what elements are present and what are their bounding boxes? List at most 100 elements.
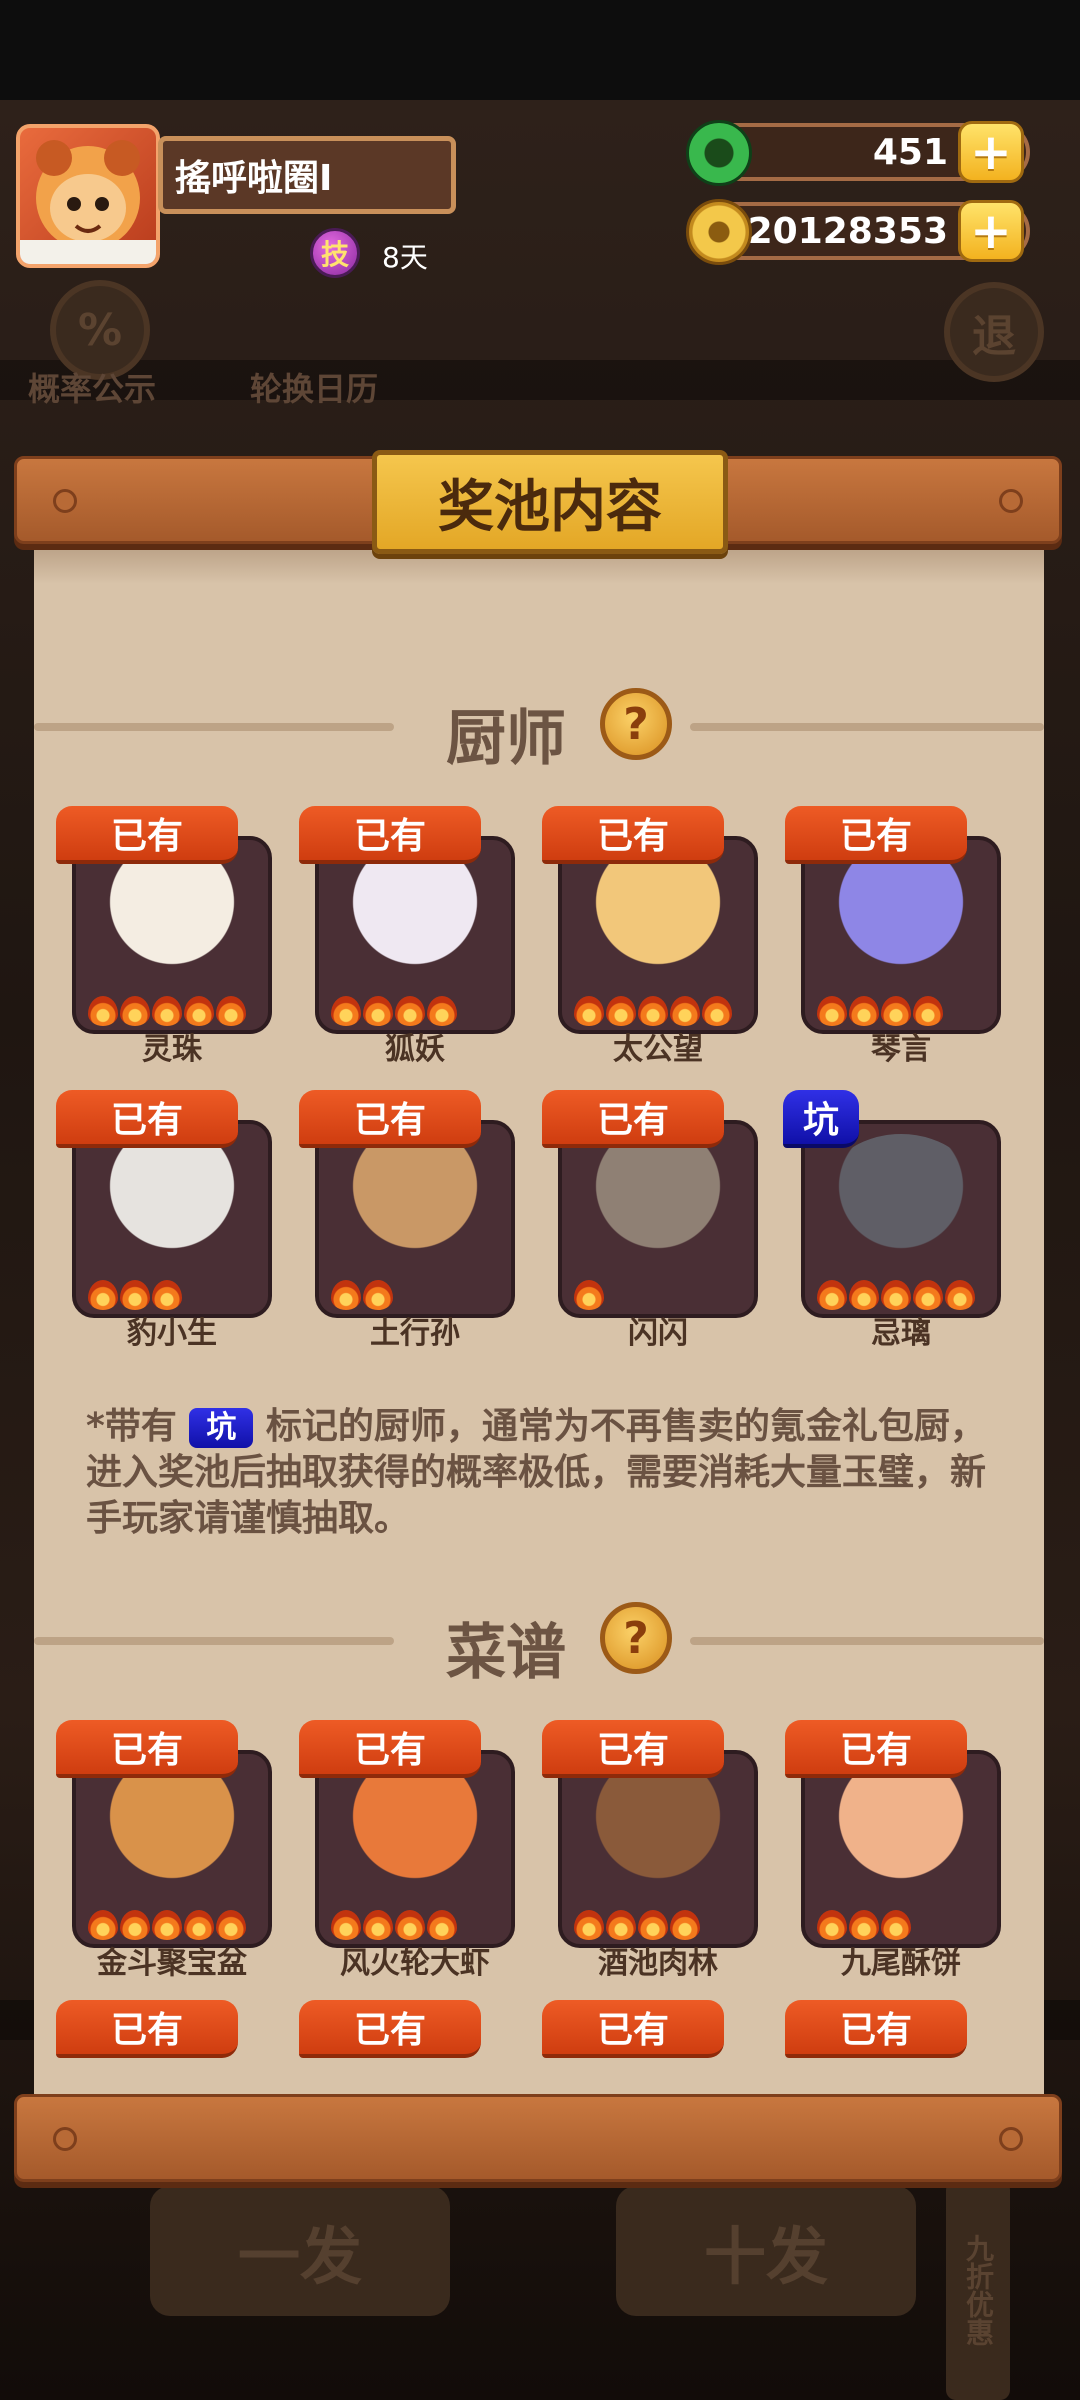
- pool-card[interactable]: 已有琴言: [785, 806, 1001, 1067]
- pool-card[interactable]: 已有 灵珠: [56, 806, 272, 1067]
- flame-icon: [849, 1280, 879, 1310]
- flame-icon: [427, 996, 457, 1026]
- flame-icon: [152, 1280, 182, 1310]
- card-portrait-image: [821, 1764, 981, 1894]
- pool-card[interactable]: 已有 土行孙: [299, 1090, 515, 1351]
- add-jade-button[interactable]: +: [958, 121, 1024, 183]
- pool-card[interactable]: 已有 闪闪: [542, 1090, 758, 1351]
- flame-icon: [216, 996, 246, 1026]
- avatar[interactable]: [16, 124, 160, 268]
- flame-icon: [331, 1910, 361, 1940]
- flame-icon: [184, 1910, 214, 1940]
- rarity-flames: [817, 996, 943, 1026]
- flame-icon: [881, 996, 911, 1026]
- card-portrait-image: [578, 850, 738, 980]
- calendar-label[interactable]: 轮换日历: [250, 364, 378, 410]
- flame-icon: [216, 1910, 246, 1940]
- card-portrait-image: [92, 850, 252, 980]
- pool-card[interactable]: 已有酒池肉林: [542, 1720, 758, 1981]
- rarity-flames: [88, 996, 246, 1026]
- owned-badge: 已有: [56, 1090, 238, 1148]
- card-portrait-image: [335, 1764, 495, 1894]
- status-bar: [0, 0, 1080, 100]
- player-name: 搖呼啦圈I: [158, 136, 456, 214]
- chefs-help-icon[interactable]: ?: [600, 688, 672, 760]
- flame-icon: [849, 996, 879, 1026]
- card-portrait-image: [92, 1764, 252, 1894]
- chefs-title: 厨师: [446, 704, 566, 774]
- card-portrait-image: [335, 1134, 495, 1264]
- rarity-flames: [88, 1280, 182, 1310]
- ten-draw-button[interactable]: 十发: [616, 2186, 916, 2316]
- pool-card[interactable]: 已有 九尾酥饼: [785, 1720, 1001, 1981]
- card-name: 豹小生: [127, 1316, 217, 1351]
- flame-icon: [331, 996, 361, 1026]
- pool-card[interactable]: 已有 太公望: [542, 806, 758, 1067]
- owned-badge: 已有: [785, 806, 967, 864]
- pool-card[interactable]: 已有 狐妖: [299, 806, 515, 1067]
- rarity-flames: [817, 1280, 975, 1310]
- probability-label[interactable]: 概率公示: [28, 364, 156, 410]
- pool-card[interactable]: 坑忌璃: [783, 1090, 1001, 1351]
- pit-badge-inline: 坑: [189, 1408, 254, 1448]
- owned-badge: 已有: [299, 2000, 481, 2058]
- jade-icon: [686, 120, 752, 186]
- flame-icon: [363, 1910, 393, 1940]
- flame-icon: [670, 1910, 700, 1940]
- exit-button[interactable]: 退: [944, 282, 1044, 382]
- pool-card[interactable]: 已有 金斗聚宝盆: [56, 1720, 272, 1981]
- coin-icon: [686, 199, 752, 265]
- rarity-flames: [88, 1910, 246, 1940]
- skill-badge-icon[interactable]: 技: [310, 228, 360, 278]
- flame-icon: [913, 996, 943, 1026]
- flame-icon: [120, 1280, 150, 1310]
- rarity-flames: [331, 996, 457, 1026]
- flame-icon: [88, 1910, 118, 1940]
- card-name: 琴言: [871, 1032, 931, 1067]
- owned-badge: 已有: [542, 1720, 724, 1778]
- flame-icon: [881, 1910, 911, 1940]
- card-name: 土行孙: [370, 1316, 460, 1351]
- discount-label: 九折优惠: [946, 2180, 1010, 2400]
- flame-icon: [120, 1910, 150, 1940]
- flame-icon: [638, 996, 668, 1026]
- flame-icon: [849, 1910, 879, 1940]
- panel-bottom-bar: [14, 2094, 1062, 2182]
- flame-icon: [120, 996, 150, 1026]
- pit-note: *带有 坑 标记的厨师，通常为不再售卖的氪金礼包厨，进入奖池后抽取获得的概率极低…: [86, 1406, 987, 1539]
- prize-pool-panel[interactable]: 厨师 ? 已有 灵珠 已有 狐妖 已有 太公望 已有 琴言 已有 豹小生 已有 土行孙 已有 闪闪坑忌璃 …: [34, 544, 1044, 2094]
- rarity-flames: [331, 1910, 457, 1940]
- single-draw-button[interactable]: 一发: [150, 2186, 450, 2316]
- owned-badge: 已有: [785, 1720, 967, 1778]
- recipes-help-icon[interactable]: ?: [600, 1602, 672, 1674]
- recipes-title: 菜谱: [446, 1618, 566, 1688]
- flame-icon: [88, 1280, 118, 1310]
- owned-badge: 已有: [542, 2000, 724, 2058]
- card-portrait-image: [335, 850, 495, 980]
- rarity-flames: [817, 1910, 911, 1940]
- skill-days: 8天: [382, 241, 428, 274]
- card-name: 灵珠: [142, 1032, 202, 1067]
- flame-icon: [363, 996, 393, 1026]
- flame-icon: [913, 1280, 943, 1310]
- owned-badge: 已有: [542, 806, 724, 864]
- flame-icon: [817, 1280, 847, 1310]
- flame-icon: [945, 1280, 975, 1310]
- flame-icon: [363, 1280, 393, 1310]
- pool-card[interactable]: 已有 风火轮大虾: [299, 1720, 515, 1981]
- owned-badge: 已有: [785, 2000, 967, 2058]
- owned-badge: 已有: [56, 2000, 238, 2058]
- pit-badge: 坑: [783, 1090, 859, 1148]
- card-name: 风火轮大虾: [340, 1946, 490, 1981]
- flame-icon: [574, 1280, 604, 1310]
- card-portrait-image: [578, 1134, 738, 1264]
- flame-icon: [817, 1910, 847, 1940]
- flame-icon: [395, 996, 425, 1026]
- pool-card[interactable]: 已有豹小生: [56, 1090, 272, 1351]
- rarity-flames: [574, 996, 732, 1026]
- flame-icon: [817, 996, 847, 1026]
- card-name: 酒池肉林: [598, 1946, 718, 1981]
- card-name: 忌璃: [871, 1316, 931, 1351]
- add-coins-button[interactable]: +: [958, 200, 1024, 262]
- rarity-flames: [574, 1910, 700, 1940]
